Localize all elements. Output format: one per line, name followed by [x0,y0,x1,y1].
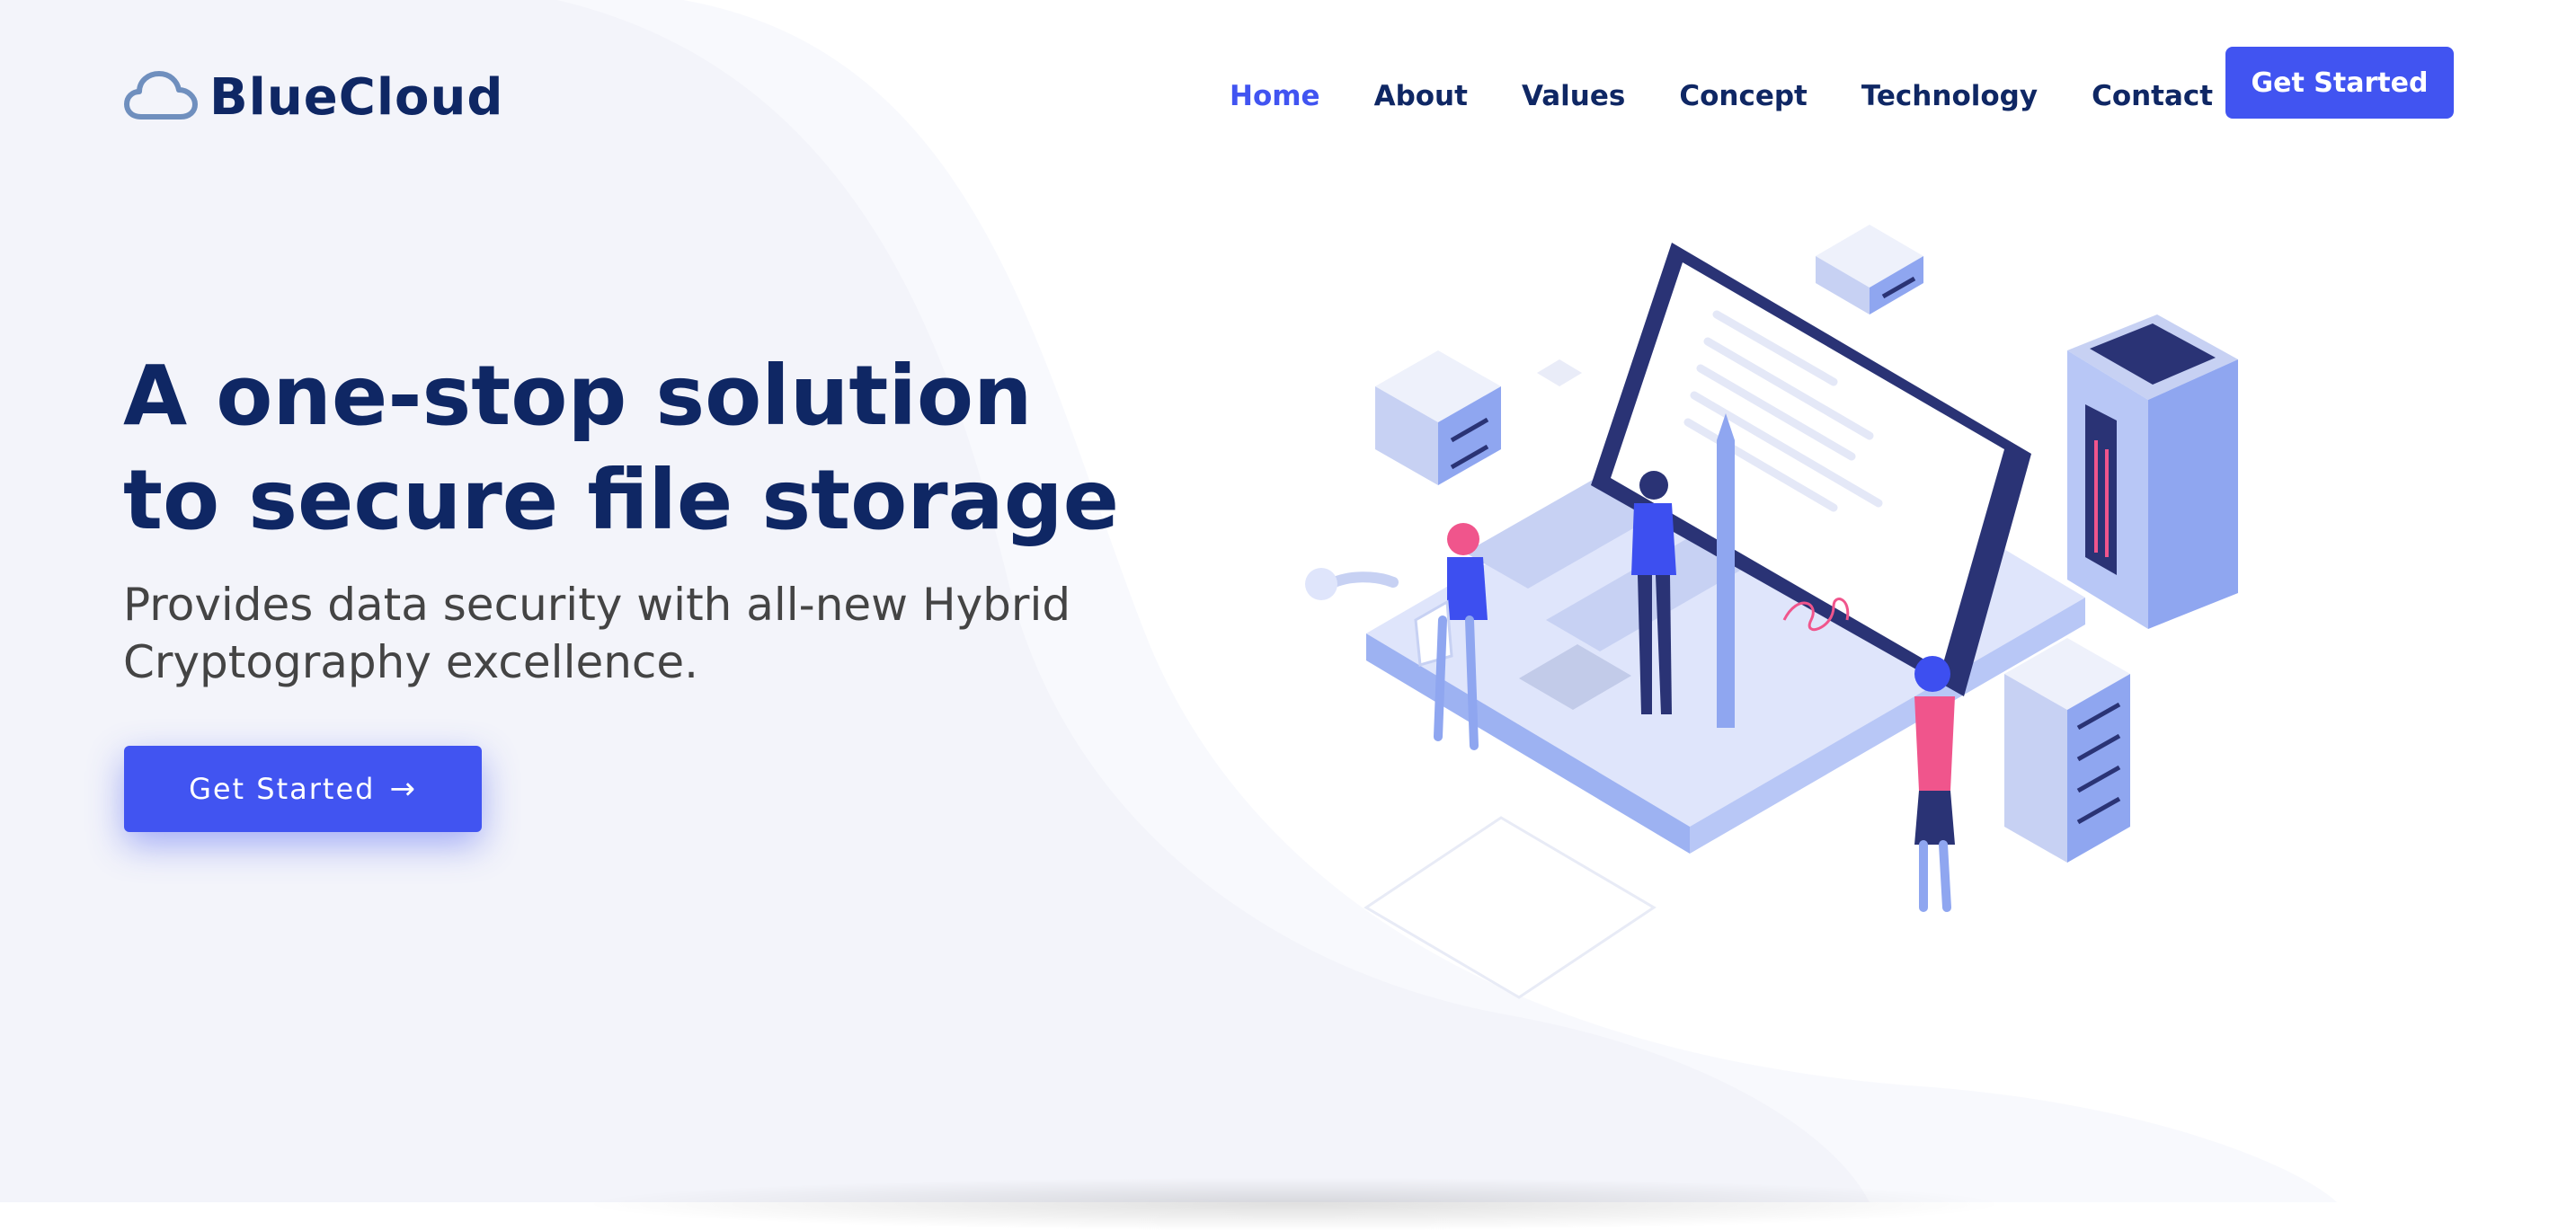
arrow-right-icon: → [389,771,417,807]
cloud-icon [124,71,198,120]
hero-cta-label: Get Started [189,772,376,806]
hero-subtitle: Provides data security with all-new Hybr… [123,579,1071,688]
nav-values[interactable]: Values [1522,80,1625,112]
main-nav: Home About Values Concept Technology Con… [1230,74,2213,119]
header-get-started-button[interactable]: Get Started [2225,47,2454,119]
nav-about[interactable]: About [1374,80,1468,112]
nav-contact[interactable]: Contact [2092,80,2213,112]
hero-get-started-button[interactable]: Get Started → [124,746,482,832]
brand-logo[interactable]: BlueCloud [123,65,503,129]
hero-title: A one-stop solution to secure file stora… [123,348,1119,548]
nav-home[interactable]: Home [1230,80,1320,112]
nav-technology[interactable]: Technology [1861,80,2038,112]
hero-illustration [1305,225,2238,999]
nav-concept[interactable]: Concept [1679,80,1808,112]
brand-name: BlueCloud [209,67,504,127]
section-shadow [575,1177,2013,1231]
